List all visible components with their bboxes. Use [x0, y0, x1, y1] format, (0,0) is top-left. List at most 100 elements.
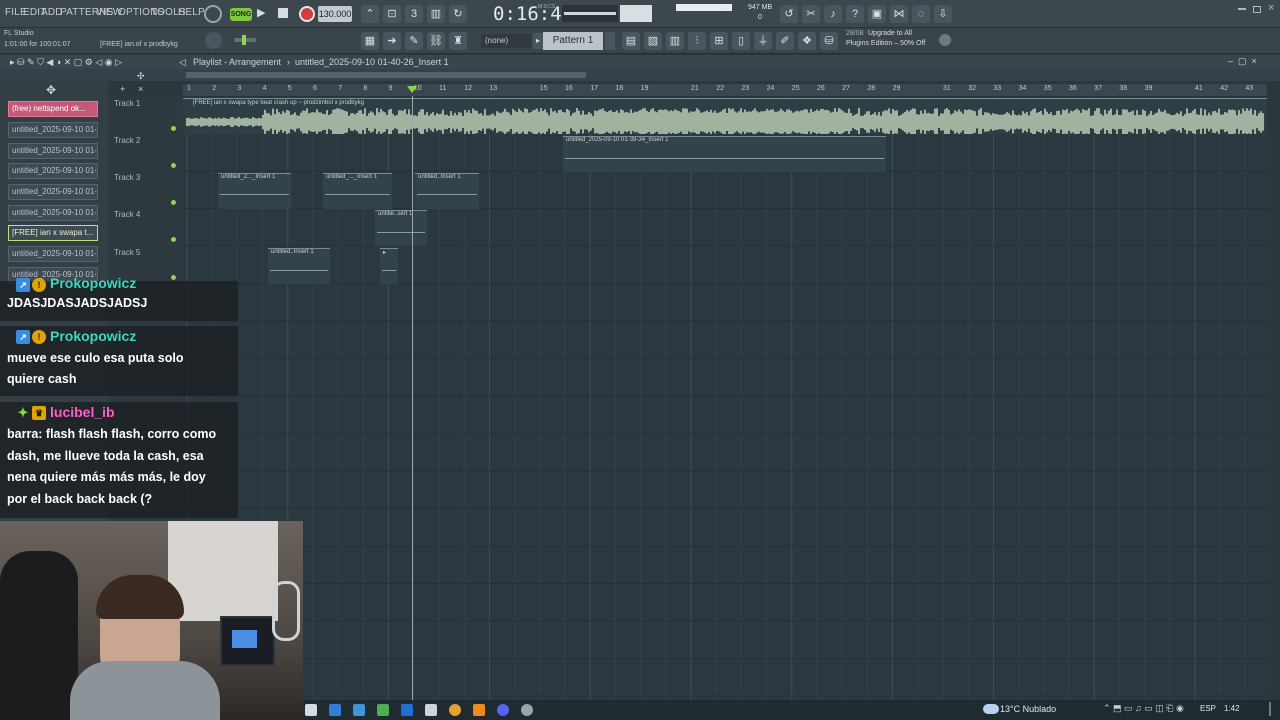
vscode-icon[interactable]	[401, 704, 413, 716]
wait-input-icon[interactable]: ⊡	[383, 5, 401, 23]
minimize-icon[interactable]	[1238, 8, 1246, 10]
timeline-ruler[interactable]: 1 2 3 4 5 6 7 8 9 10 11 12 13 15 16 17 18 19 21 22 23 24 25 26 2…	[183, 84, 1267, 96]
explorer-icon[interactable]	[353, 704, 365, 716]
playhead[interactable]	[412, 96, 413, 700]
audio-clip-track4[interactable]: untitle..sert 1	[375, 210, 427, 246]
audio-clip-track3[interactable]: untitled..Insert 1	[415, 173, 479, 209]
close-icon[interactable]: ×	[1268, 2, 1274, 14]
news-line1[interactable]: Upgrade to All	[868, 30, 912, 37]
clip-list-item[interactable]: untitled_2025-09-10 01-...	[8, 143, 98, 159]
clip-list-item[interactable]: untitled_2025-09-10 01-...	[8, 246, 98, 262]
track-mute-led[interactable]	[171, 275, 176, 280]
audio-clip-track3[interactable]: untitled_..._Insert 1	[323, 173, 392, 209]
chat-username[interactable]: Prokopowicz	[50, 275, 136, 291]
chrome-icon[interactable]	[449, 704, 461, 716]
app-green-icon[interactable]	[377, 704, 389, 716]
mixer-icon[interactable]: ⫶	[688, 32, 706, 50]
link-icon[interactable]: ⛓	[427, 32, 445, 50]
clip-list-item[interactable]: untitled_2025-09-10 01-...	[8, 163, 98, 179]
files-icon[interactable]	[305, 704, 317, 716]
track-mute-led[interactable]	[171, 200, 176, 205]
track-label[interactable]: Track 1	[114, 99, 140, 108]
midi-icon[interactable]: ⋈	[890, 5, 908, 23]
add-track-icon[interactable]: +	[120, 84, 125, 94]
track-mute-led[interactable]	[171, 163, 176, 168]
play-icon[interactable]: ▶	[257, 6, 271, 22]
audio-clip-track3[interactable]: untitled_2..._Insert 1	[218, 173, 291, 209]
playhead-marker-icon[interactable]	[407, 86, 417, 93]
track-label[interactable]: Track 2	[114, 136, 140, 145]
channel-rack-icon[interactable]: ▥	[666, 32, 684, 50]
tray-icons[interactable]: ⌃ ⬒ ▭ ♫ ▭ ◫ ⎗ ◉	[1103, 703, 1184, 714]
countdown-icon[interactable]: 3	[405, 5, 423, 23]
terminal-icon[interactable]	[425, 704, 437, 716]
weather-text[interactable]: 13°C Nublado	[1000, 704, 1056, 714]
audio-clip-main[interactable]: [FREE] ian x swapa type beat crash up ~ …	[183, 98, 1267, 134]
picker-move-icon[interactable]: ✥	[46, 83, 56, 97]
piano-icon[interactable]: ▧	[644, 32, 662, 50]
record-icon[interactable]	[299, 6, 315, 22]
master-pitch-slider[interactable]	[234, 35, 256, 45]
plug-icon[interactable]: ⏚	[754, 32, 772, 50]
globe-icon[interactable]	[939, 34, 951, 46]
browser-icon[interactable]: ⊞	[710, 32, 728, 50]
playlist-icon[interactable]: ▤	[622, 32, 640, 50]
master-volume-knob[interactable]	[204, 5, 222, 23]
edge-icon[interactable]	[329, 704, 341, 716]
chat-username[interactable]: lucibel_ib	[50, 404, 115, 420]
clip-list-item[interactable]: untitled_2025-09-10 01-...	[8, 122, 98, 138]
track-label[interactable]: Track 3	[114, 173, 140, 182]
clock[interactable]: 1:42	[1224, 704, 1240, 713]
audio-clip-track2[interactable]: untitled_2025-09-10 01-39-34_Insert 1	[563, 136, 886, 172]
microphone-icon[interactable]: ♪	[824, 5, 842, 23]
pencil-icon[interactable]: ✎	[405, 32, 423, 50]
horizontal-scrollbar[interactable]	[186, 72, 586, 78]
cut-icon[interactable]: ✂	[802, 5, 820, 23]
stop-icon[interactable]	[278, 8, 288, 18]
download-icon[interactable]: ⇩	[934, 5, 952, 23]
obs-icon[interactable]	[521, 704, 533, 716]
chat-username[interactable]: Prokopowicz	[50, 328, 136, 344]
clipboard-icon[interactable]: ▯	[732, 32, 750, 50]
undo-icon[interactable]: ↺	[780, 5, 798, 23]
track-mute-led[interactable]	[171, 237, 176, 242]
snap-icon[interactable]: ✣	[137, 71, 145, 82]
clip-list-item[interactable]: untitled_2025-09-10 01-...	[8, 205, 98, 221]
chat-icon[interactable]: ◌	[912, 5, 930, 23]
clip-list-item[interactable]: (free) nettspend ok...	[8, 101, 98, 117]
track-label[interactable]: Track 5	[114, 248, 140, 257]
remove-track-icon[interactable]: ×	[138, 84, 143, 94]
metronome-icon[interactable]: ⌃	[361, 5, 379, 23]
playlist-window-controls[interactable]: – ▢ ×	[1228, 56, 1257, 67]
news-line2[interactable]: Plugins Edition – 50% Off	[846, 40, 925, 47]
playlist-tools-icons[interactable]: ▸ ⛁ ✎ ⛉ ◀ ◑ ✕ ▢ ⚙ ◁ ◉ ▷	[10, 57, 122, 68]
none-selector[interactable]: (none)	[481, 34, 531, 48]
audio-clip-track5[interactable]: untitled..Insert 1	[268, 248, 330, 284]
clip-list-item-selected[interactable]: [FREE] ian x swapa t...	[8, 225, 98, 241]
playlist-breadcrumb[interactable]: untitled_2025-09-10 01-40-26_Insert 1	[295, 57, 449, 67]
playlist-grid[interactable]: [FREE] ian x swapa type beat crash up ~ …	[183, 96, 1267, 700]
track-mute-led[interactable]	[171, 126, 176, 131]
pitch-knob[interactable]	[205, 32, 222, 49]
audio-clip-track5-small[interactable]: ▸	[380, 248, 398, 284]
discord-icon[interactable]	[497, 704, 509, 716]
clip-list-item[interactable]: untitled_2025-09-10 01-...	[8, 184, 98, 200]
plugin-picker-icon[interactable]: ❖	[798, 32, 816, 50]
pattern-selector[interactable]: Pattern 1	[543, 32, 603, 50]
language-indicator[interactable]: ESP	[1200, 704, 1216, 713]
pattern-add-icon[interactable]	[605, 32, 615, 50]
tempo-display[interactable]: 130.000	[318, 6, 352, 22]
piano-roll-icon[interactable]: ▦	[361, 32, 379, 50]
fl-studio-icon[interactable]	[473, 704, 485, 716]
help-icon[interactable]: ?	[846, 5, 864, 23]
arrow-right-icon[interactable]: ➜	[383, 32, 401, 50]
maximize-icon[interactable]	[1253, 6, 1261, 13]
menu-help[interactable]: HELP	[178, 7, 205, 18]
track-label[interactable]: Track 4	[114, 210, 140, 219]
song-mode-toggle[interactable]: SONG	[230, 8, 252, 21]
loop-record-icon[interactable]: ↻	[449, 5, 467, 23]
step-edit-icon[interactable]: ▥	[427, 5, 445, 23]
show-desktop-button[interactable]	[1269, 702, 1271, 716]
cart-icon[interactable]: ⛁	[820, 32, 838, 50]
save-icon[interactable]: ▣	[868, 5, 886, 23]
